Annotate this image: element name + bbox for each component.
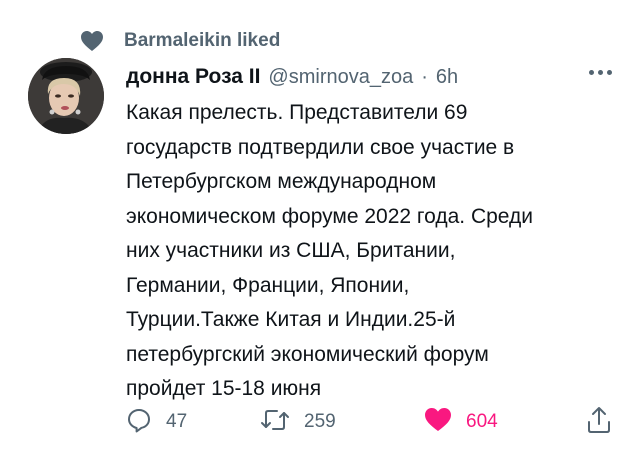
- separator-dot: ·: [421, 65, 428, 88]
- share-icon: [586, 406, 612, 439]
- tweet-header: донна Роза II @smirnova_zoa · 6h: [126, 60, 620, 94]
- like-count: 604: [466, 411, 498, 432]
- author-name[interactable]: донна Роза II: [126, 65, 260, 89]
- timestamp[interactable]: 6h: [436, 66, 458, 89]
- share-button[interactable]: [586, 404, 612, 440]
- reply-button[interactable]: 47: [126, 404, 187, 440]
- like-button[interactable]: 604: [424, 404, 498, 440]
- heart-icon: [80, 30, 104, 52]
- author-handle[interactable]: @smirnova_zoa: [268, 66, 413, 89]
- tweet-text: Какая прелесть. Представители 69 государ…: [126, 101, 533, 400]
- social-context: Barmaleikin liked: [80, 28, 280, 54]
- retweet-button[interactable]: 259: [260, 404, 336, 440]
- retweet-count: 259: [304, 411, 336, 432]
- reply-icon: [126, 407, 152, 438]
- heart-filled-icon: [424, 407, 452, 438]
- reply-count: 47: [166, 411, 188, 432]
- more-options-icon[interactable]: [589, 70, 612, 75]
- avatar[interactable]: [28, 58, 104, 134]
- social-context-label[interactable]: Barmaleikin liked: [124, 30, 280, 52]
- tweet-actions: 47 259 604: [126, 404, 616, 440]
- retweet-icon: [260, 407, 290, 438]
